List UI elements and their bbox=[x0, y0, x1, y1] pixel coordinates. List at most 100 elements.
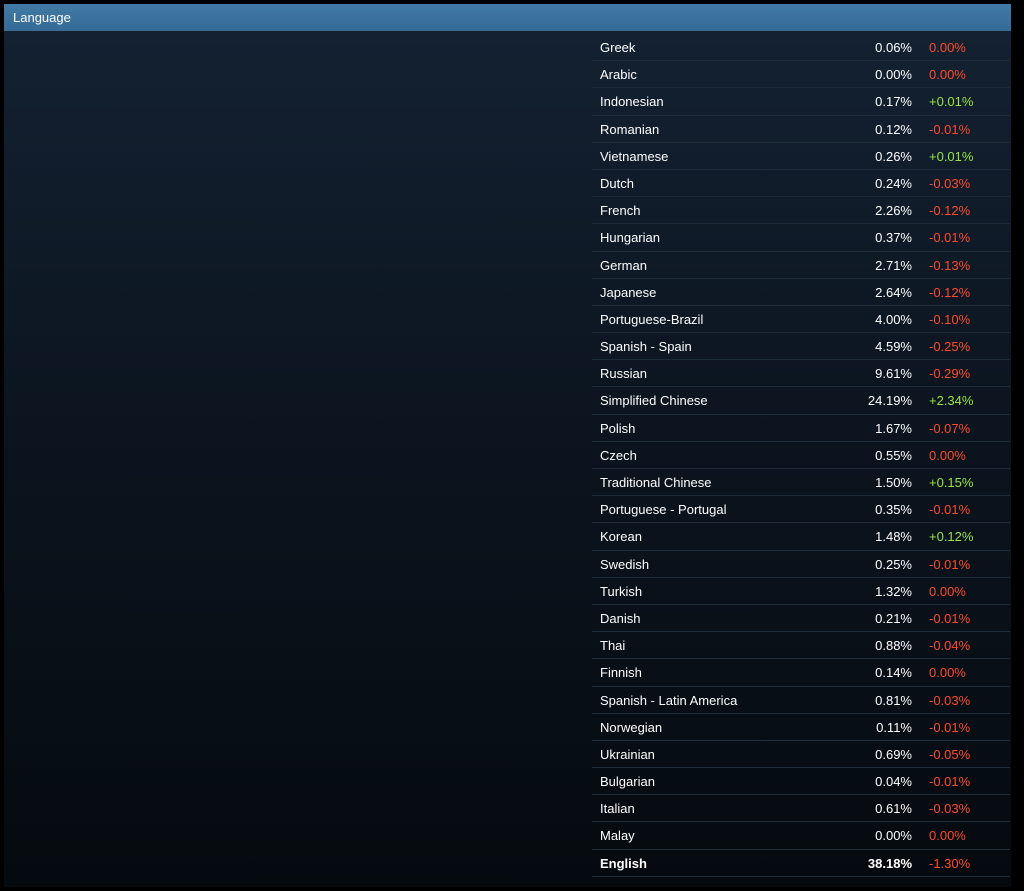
language-percent: 38.18% bbox=[867, 855, 912, 871]
language-name: Portuguese - Portugal bbox=[600, 502, 727, 518]
table-row: Dutch 0.24% -0.03% bbox=[592, 170, 1010, 198]
table-row: Portuguese-Brazil 4.00% -0.10% bbox=[592, 306, 1010, 334]
language-percent: 24.19% bbox=[867, 393, 912, 409]
language-percent: 0.00% bbox=[875, 828, 912, 844]
language-percent: 1.67% bbox=[875, 420, 912, 436]
language-percent: 0.35% bbox=[875, 502, 912, 518]
language-percent: 0.06% bbox=[875, 40, 912, 55]
language-change: -0.01% bbox=[929, 719, 971, 735]
language-percent: 0.55% bbox=[875, 447, 912, 463]
language-name: Ukrainian bbox=[600, 746, 655, 762]
language-name: Russian bbox=[600, 366, 647, 382]
language-change: +0.01% bbox=[929, 148, 974, 164]
language-change: 0.00% bbox=[929, 40, 966, 55]
table-row: Swedish 0.25% -0.01% bbox=[592, 551, 1010, 578]
language-name: Swedish bbox=[600, 556, 650, 572]
language-name: Traditional Chinese bbox=[600, 475, 712, 490]
language-change: -0.12% bbox=[929, 203, 971, 219]
language-change: -0.03% bbox=[929, 801, 971, 817]
language-name: Arabic bbox=[600, 67, 637, 83]
language-name: Portuguese-Brazil bbox=[600, 311, 704, 327]
language-change: -0.01% bbox=[929, 556, 971, 572]
table-row: Malay 0.00% 0.00% bbox=[592, 822, 1010, 850]
language-change: -0.10% bbox=[929, 311, 971, 327]
language-change: 0.00% bbox=[929, 67, 966, 83]
table-row: Hungarian 0.37% -0.01% bbox=[592, 224, 1010, 252]
table-row: Norwegian 0.11% -0.01% bbox=[592, 714, 1010, 741]
language-change: +0.15% bbox=[929, 475, 974, 490]
language-percent: 0.04% bbox=[875, 774, 912, 790]
table-row: Simplified Chinese 24.19% +2.34% bbox=[592, 387, 1010, 415]
language-name: Romanian bbox=[600, 121, 660, 137]
table-row: Russian 9.61% -0.29% bbox=[592, 360, 1010, 388]
table-row: Romanian 0.12% -0.01% bbox=[592, 116, 1010, 143]
language-name: Greek bbox=[600, 40, 636, 55]
language-name: Italian bbox=[600, 801, 635, 817]
table-row: Thai 0.88% -0.04% bbox=[592, 632, 1010, 660]
language-change: 0.00% bbox=[929, 447, 966, 463]
table-row: Danish 0.21% -0.01% bbox=[592, 605, 1010, 633]
table-row: Indonesian 0.17% +0.01% bbox=[592, 88, 1010, 116]
table-row: Arabic 0.00% 0.00% bbox=[592, 61, 1010, 89]
language-change: -0.03% bbox=[929, 692, 971, 708]
language-percent: 0.26% bbox=[875, 148, 912, 164]
language-change: -0.01% bbox=[929, 121, 971, 137]
table-row: Greek 0.06% 0.00% bbox=[592, 34, 1010, 62]
language-change: -0.05% bbox=[929, 746, 971, 762]
language-percent: 0.17% bbox=[875, 94, 912, 110]
table-row: Turkish 1.32% 0.00% bbox=[592, 578, 1010, 605]
language-name: Vietnamese bbox=[600, 148, 669, 164]
table-row: Vietnamese 0.26% +0.01% bbox=[592, 143, 1010, 170]
panel-header: Language bbox=[4, 4, 1011, 31]
language-change: +2.34% bbox=[929, 393, 974, 409]
language-change: +0.12% bbox=[929, 529, 974, 545]
language-name: Bulgarian bbox=[600, 774, 655, 790]
language-name: Spanish - Spain bbox=[600, 339, 692, 355]
language-percent: 0.00% bbox=[875, 67, 912, 83]
language-name: English bbox=[600, 855, 647, 871]
language-name: Korean bbox=[600, 529, 642, 545]
language-name: Turkish bbox=[600, 583, 643, 599]
language-name: Hungarian bbox=[600, 230, 660, 246]
language-percent: 1.32% bbox=[875, 583, 912, 599]
table-row: Japanese 2.64% -0.12% bbox=[592, 279, 1010, 306]
language-percent: 4.00% bbox=[875, 311, 912, 327]
table-row: Finnish 0.14% 0.00% bbox=[592, 659, 1010, 687]
language-change: -0.04% bbox=[929, 638, 971, 654]
language-change: -0.25% bbox=[929, 339, 971, 355]
language-name: Danish bbox=[600, 610, 641, 626]
panel-title: Language bbox=[13, 10, 71, 25]
table-row: French 2.26% -0.12% bbox=[592, 197, 1010, 225]
language-change: -0.13% bbox=[929, 257, 971, 273]
language-change: -0.03% bbox=[929, 175, 971, 191]
language-name: French bbox=[600, 203, 641, 219]
language-name: Dutch bbox=[600, 175, 634, 191]
language-change: 0.00% bbox=[929, 583, 966, 599]
language-panel: Language Greek 0.06% 0.00% Arabic 0.00% 0.00%… bbox=[4, 4, 1011, 887]
language-percent: 0.88% bbox=[875, 638, 912, 654]
language-percent: 0.69% bbox=[875, 746, 912, 762]
language-change: 0.00% bbox=[929, 665, 966, 681]
language-change: +0.01% bbox=[929, 94, 974, 110]
table-row: Korean 1.48% +0.12% bbox=[592, 523, 1010, 551]
language-change: -0.29% bbox=[929, 366, 971, 382]
language-percent: 0.81% bbox=[875, 692, 912, 708]
language-name: Malay bbox=[600, 828, 635, 844]
language-name: Polish bbox=[600, 420, 636, 436]
language-change: -0.01% bbox=[929, 502, 971, 518]
language-change: -0.01% bbox=[929, 230, 971, 246]
language-percent: 2.71% bbox=[875, 257, 912, 273]
language-name: Finnish bbox=[600, 665, 642, 681]
language-name: Spanish - Latin America bbox=[600, 692, 738, 708]
language-name: Thai bbox=[600, 638, 626, 654]
table-row: Polish 1.67% -0.07% bbox=[592, 415, 1010, 442]
language-change: -0.07% bbox=[929, 420, 971, 436]
language-percent: 0.11% bbox=[876, 719, 912, 735]
table-row: Ukrainian 0.69% -0.05% bbox=[592, 741, 1010, 769]
language-percent: 0.24% bbox=[875, 175, 912, 191]
language-change: -0.01% bbox=[929, 774, 971, 790]
table-row: Portuguese - Portugal 0.35% -0.01% bbox=[592, 496, 1010, 524]
table-row: Czech 0.55% 0.00% bbox=[592, 442, 1010, 469]
table-row: Bulgarian 0.04% -0.01% bbox=[592, 768, 1010, 796]
table-row: Traditional Chinese 1.50% +0.15% bbox=[592, 469, 1010, 497]
